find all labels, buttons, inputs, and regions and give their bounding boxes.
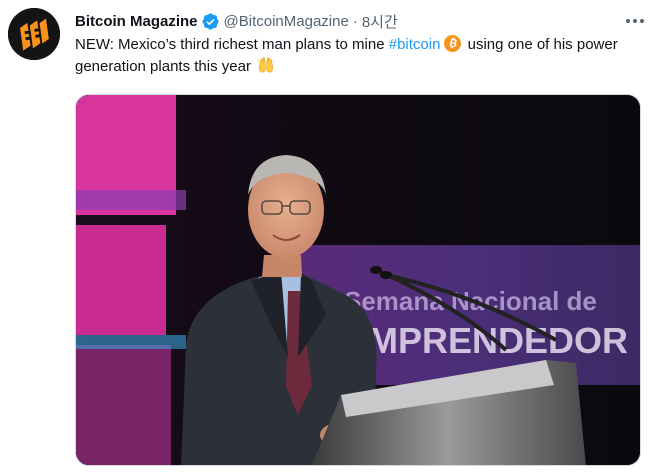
more-options-button[interactable] (620, 8, 650, 34)
more-dot-icon (626, 19, 630, 23)
author-handle[interactable]: @BitcoinMagazine (224, 13, 349, 30)
author-display-name[interactable]: Bitcoin Magazine (75, 13, 198, 30)
tweet-media-photo[interactable]: Semana Nacional de EMPRENDEDOR (75, 94, 641, 466)
hashtag-bitcoin-link[interactable]: #bitcoin (389, 36, 441, 53)
raising-hands-emoji-icon (257, 57, 275, 73)
tweet-text-part1: NEW: Mexico’s third richest man plans to… (75, 36, 389, 53)
verified-badge-icon (201, 12, 219, 30)
tweet-header: Bitcoin Magazine @BitcoinMagazine · 8시간 (75, 10, 398, 32)
tweet-text: NEW: Mexico’s third richest man plans to… (75, 34, 650, 78)
bitcoin-magazine-avatar[interactable] (8, 8, 60, 60)
more-dot-icon (633, 19, 637, 23)
more-dot-icon (640, 19, 644, 23)
bitcoin-magazine-logo-icon (8, 8, 60, 60)
tweet-timestamp[interactable]: 8시간 (362, 11, 398, 32)
header-separator: · (352, 12, 358, 30)
tweet[interactable]: Bitcoin Magazine @BitcoinMagazine · 8시간 … (0, 0, 663, 475)
banner-text-line2: EMPRENDEDOR (344, 320, 628, 361)
photo-speaker-at-podium: Semana Nacional de EMPRENDEDOR (76, 95, 640, 465)
bitcoin-emoji-icon (444, 35, 462, 52)
